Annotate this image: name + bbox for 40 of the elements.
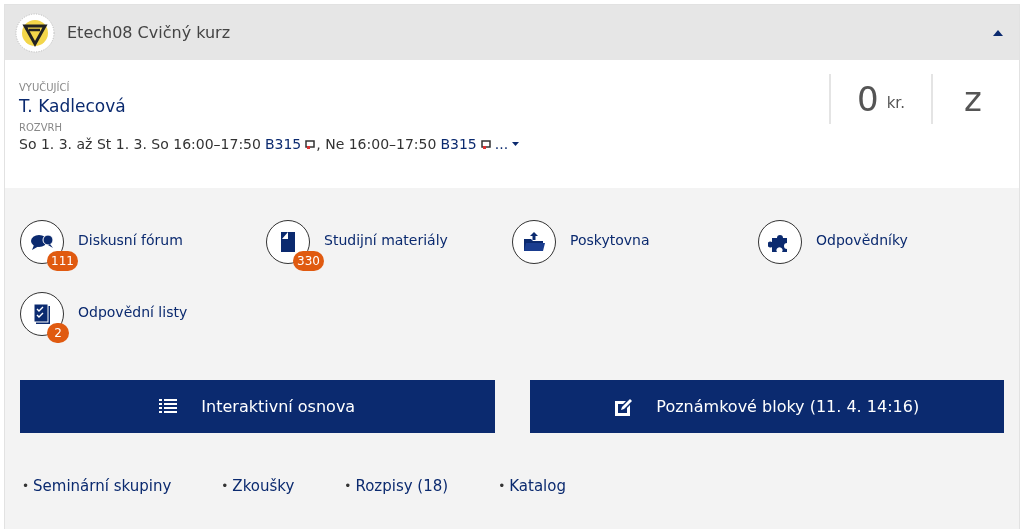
credits-value: 0 xyxy=(857,79,879,119)
footer-link[interactable]: Rozpisy (18) xyxy=(355,477,449,496)
folder-upload-icon xyxy=(522,230,546,254)
count-badge: 2 xyxy=(47,323,69,343)
credits-unit: kr. xyxy=(886,94,905,112)
bullet-mark: • xyxy=(498,478,506,495)
schedule-text: So 1. 3. až St 1. 3. So 16:00–17:50 xyxy=(19,136,261,152)
count-badge: 330 xyxy=(293,251,324,271)
caret-up-icon xyxy=(993,29,1003,36)
tile-label: Odpovědní listy xyxy=(78,304,188,320)
completion-type: z xyxy=(964,79,982,119)
teacher-label: VYUČUJÍCÍ xyxy=(19,82,71,93)
edit-note-icon xyxy=(614,397,633,416)
caret-down-icon xyxy=(512,142,520,146)
count-badge: 111 xyxy=(47,251,78,271)
action-button[interactable]: Poznámkové bloky (11. 4. 14:16) xyxy=(529,380,1004,433)
more-toggle[interactable]: ... xyxy=(491,136,520,152)
footer-link[interactable]: Zkoušky xyxy=(232,477,295,496)
room-link[interactable]: B315 xyxy=(264,136,302,152)
action-button[interactable]: Interaktivní osnova xyxy=(20,380,495,433)
tile-link[interactable]: Poskytovna xyxy=(512,220,758,264)
tile-link[interactable]: Odpovědníky xyxy=(758,220,1004,264)
tile-label: Studijní materiály xyxy=(324,232,448,248)
logo-icon xyxy=(15,12,55,53)
schedule-text: , Ne 16:00–17:50 xyxy=(316,136,437,152)
bullet-mark: • xyxy=(221,478,229,495)
teacher-name: T. Kadlecová xyxy=(19,96,127,116)
footer-link[interactable]: Seminární skupiny xyxy=(33,477,172,496)
room-map-icon xyxy=(305,139,316,149)
tile-label: Odpovědníky xyxy=(816,232,908,248)
bullet-mark: • xyxy=(344,478,352,495)
tile-label: Poskytovna xyxy=(570,232,650,248)
course-title: Etech08 Cvičný kurz xyxy=(67,23,232,42)
schedule-label: ROZVRH xyxy=(19,122,63,133)
room-map-icon xyxy=(480,139,491,149)
list-icon xyxy=(159,397,178,416)
tile-label: Diskusní fórum xyxy=(78,232,183,248)
room-link[interactable]: B315 xyxy=(440,136,477,152)
footer-link[interactable]: Katalog xyxy=(509,477,566,496)
bullet-mark: • xyxy=(22,478,30,495)
